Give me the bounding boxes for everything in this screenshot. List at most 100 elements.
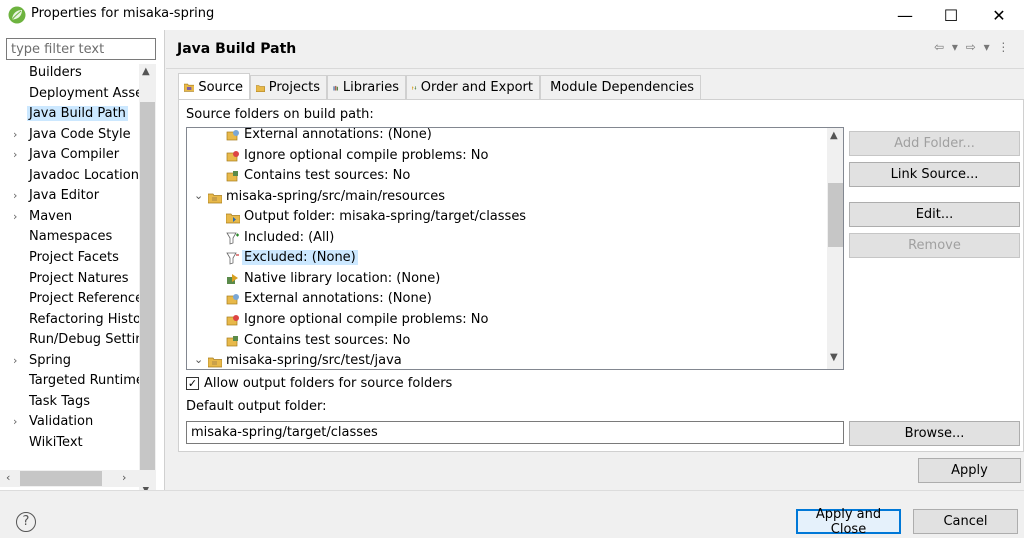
- tree-node-label: Ignore optional compile problems: No: [244, 147, 489, 163]
- allow-output-checkbox[interactable]: ✓: [186, 377, 199, 390]
- nav-item[interactable]: › Validation: [0, 413, 139, 433]
- nav-item-label: Deployment Asser: [29, 85, 139, 101]
- tree-node-label: misaka-spring/src/test/java: [226, 353, 402, 369]
- nav-item-label: Run/Debug Settin: [29, 332, 139, 348]
- scroll-up-icon[interactable]: ▲: [142, 66, 150, 77]
- scrollbar-thumb[interactable]: [828, 183, 843, 247]
- chevron-right-icon[interactable]: ›: [13, 128, 17, 141]
- add-folder-button[interactable]: Add Folder...: [849, 131, 1020, 156]
- chevron-right-icon[interactable]: ›: [13, 354, 17, 367]
- page-history-nav[interactable]: ⇦ ▾ ⇨ ▾ ⋮: [934, 40, 1011, 54]
- libraries-icon: [333, 85, 339, 91]
- nav-item[interactable]: Project Facets: [0, 249, 139, 269]
- source-folders-tree[interactable]: External annotations: (None) Ignore optio…: [186, 127, 844, 370]
- nav-item-label: Project Facets: [29, 249, 119, 265]
- nav-item[interactable]: Refactoring Histor: [0, 311, 139, 331]
- scroll-left-icon[interactable]: ‹: [6, 471, 10, 484]
- default-output-field[interactable]: [186, 421, 844, 444]
- navigator-vertical-scrollbar[interactable]: ▲ ▼: [139, 64, 156, 500]
- apply-button[interactable]: Apply: [918, 458, 1021, 483]
- nav-item[interactable]: › Java Editor: [0, 187, 139, 207]
- nav-item[interactable]: › Spring: [0, 352, 139, 372]
- browse-button[interactable]: Browse...: [849, 421, 1020, 446]
- ignore-problems-icon: [226, 150, 240, 163]
- package-folder-icon: [207, 355, 223, 368]
- property-page-navigator: Builders Deployment Asser Java Build Path ›…: [0, 30, 165, 500]
- scroll-down-icon[interactable]: ▼: [830, 352, 838, 363]
- nav-item-label: Validation: [29, 414, 94, 430]
- chevron-right-icon[interactable]: ›: [13, 148, 17, 161]
- tree-node-label: Native library location: (None): [244, 270, 441, 286]
- tree-node-label: misaka-spring/src/main/resources: [226, 188, 446, 204]
- tab-label: Module Dependencies: [550, 80, 694, 95]
- nav-item[interactable]: › Java Compiler: [0, 146, 139, 166]
- cancel-button[interactable]: Cancel: [913, 509, 1018, 534]
- tree-node-label: Included: (All): [244, 229, 335, 245]
- nav-item-label: Maven: [29, 208, 73, 224]
- nav-item-label: Refactoring Histor: [29, 311, 139, 327]
- chevron-right-icon[interactable]: ›: [13, 210, 17, 223]
- source-tab-panel: Source folders on build path: External a…: [178, 99, 1024, 452]
- nav-item[interactable]: Targeted Runtime: [0, 372, 139, 392]
- nav-item[interactable]: Builders: [0, 64, 139, 84]
- nav-item[interactable]: Project Natures: [0, 270, 139, 290]
- chevron-right-icon[interactable]: ›: [13, 415, 17, 428]
- remove-button[interactable]: Remove: [849, 233, 1020, 258]
- nav-item[interactable]: Task Tags: [0, 393, 139, 413]
- filter-exclude-icon: [226, 252, 240, 265]
- tree-node-label: External annotations: (None): [244, 127, 432, 142]
- tab-label: Source: [198, 79, 243, 95]
- navigator-horizontal-scrollbar[interactable]: ‹ ›: [0, 470, 156, 487]
- link-source-button[interactable]: Link Source...: [849, 162, 1020, 187]
- nav-item[interactable]: Deployment Asser: [0, 85, 139, 105]
- tree-node-label: External annotations: (None): [244, 291, 432, 307]
- default-output-label: Default output folder:: [186, 399, 327, 414]
- nav-item-label: Project Natures: [29, 270, 129, 286]
- chevron-down-icon[interactable]: ⌄: [194, 353, 203, 366]
- nav-item[interactable]: Namespaces: [0, 228, 139, 248]
- title-divider: [166, 68, 1024, 69]
- maximize-button[interactable]: ☐: [928, 0, 974, 30]
- scrollbar-thumb[interactable]: [140, 102, 155, 480]
- nav-item[interactable]: › Maven: [0, 208, 139, 228]
- nav-item-label: Java Code Style: [29, 126, 131, 142]
- apply-and-close-button[interactable]: Apply and Close: [796, 507, 901, 537]
- spring-leaf-icon: [8, 6, 26, 24]
- close-button[interactable]: ✕: [976, 0, 1022, 30]
- chevron-down-icon[interactable]: ⌄: [194, 189, 203, 202]
- native-library-icon: [226, 273, 240, 286]
- window-title-bar: Properties for misaka-spring — ☐ ✕: [0, 0, 1024, 30]
- edit-button[interactable]: Edit...: [849, 202, 1020, 227]
- nav-item[interactable]: Javadoc Location: [0, 167, 139, 187]
- nav-item[interactable]: › Java Code Style: [0, 126, 139, 146]
- tab-order-and-export[interactable]: Order and Export: [406, 75, 540, 99]
- dialog-footer: ? Apply and Close Cancel: [0, 490, 1024, 538]
- source-folder-icon: [184, 83, 195, 92]
- tab-source[interactable]: Source: [178, 73, 250, 100]
- filter-input[interactable]: [6, 38, 156, 60]
- scrollbar-thumb[interactable]: [20, 471, 102, 486]
- tab-label: Projects: [268, 80, 320, 95]
- filter-include-icon: [226, 232, 240, 245]
- annotations-icon: [226, 293, 240, 306]
- tree-node-label: Contains test sources: No: [244, 332, 411, 348]
- nav-item[interactable]: WikiText: [0, 434, 139, 454]
- scroll-right-icon[interactable]: ›: [122, 471, 126, 484]
- tree-node-label: Ignore optional compile problems: No: [244, 311, 489, 327]
- nav-item-label: Project References: [29, 291, 139, 307]
- minimize-button[interactable]: —: [882, 0, 928, 30]
- order-export-icon: [412, 85, 417, 90]
- nav-item[interactable]: Project References: [0, 290, 139, 310]
- nav-item-label: Task Tags: [29, 393, 90, 409]
- nav-item[interactable]: Run/Debug Settin: [0, 331, 139, 351]
- nav-item-label: WikiText: [29, 434, 83, 450]
- scroll-up-icon[interactable]: ▲: [830, 130, 838, 141]
- package-folder-icon: [207, 191, 223, 204]
- tab-module-dependencies[interactable]: Module Dependencies: [540, 75, 701, 99]
- nav-item[interactable]: Java Build Path: [0, 105, 139, 125]
- tab-projects[interactable]: Projects: [250, 75, 327, 99]
- help-icon[interactable]: ?: [16, 512, 36, 532]
- tree-vertical-scrollbar[interactable]: ▲ ▼: [827, 128, 843, 369]
- tab-libraries[interactable]: Libraries: [327, 75, 406, 99]
- chevron-right-icon[interactable]: ›: [13, 189, 17, 202]
